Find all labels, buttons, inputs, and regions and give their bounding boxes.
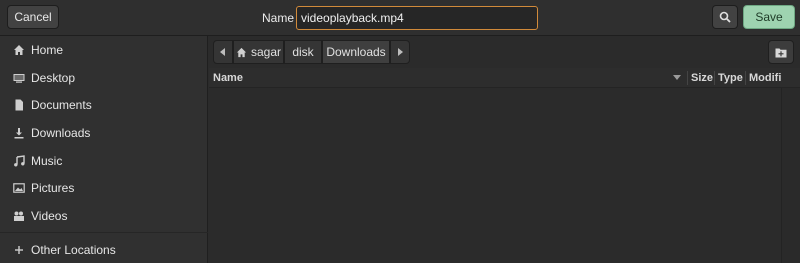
breadcrumb-disk[interactable]: disk: [284, 40, 322, 64]
sidebar-item-label: Home: [31, 43, 64, 57]
column-name[interactable]: Name: [213, 68, 683, 88]
sidebar-item-videos[interactable]: Videos: [0, 204, 208, 228]
sidebar-item-label: Desktop: [31, 71, 76, 85]
sidebar-item-pictures[interactable]: Pictures: [0, 176, 208, 200]
cancel-button[interactable]: Cancel: [7, 5, 59, 29]
home-icon: [236, 47, 247, 57]
sidebar-divider: [0, 232, 208, 233]
file-list-header: Name Size Type Modifie: [209, 68, 800, 88]
column-size-label: Size: [691, 72, 714, 84]
sidebar-item-label: Downloads: [31, 126, 91, 140]
file-list[interactable]: [209, 89, 781, 263]
scrollbar[interactable]: [781, 88, 800, 263]
path-forward-button[interactable]: [390, 40, 410, 64]
sidebar-item-label: Pictures: [31, 181, 75, 195]
desktop-icon: [13, 72, 25, 84]
sidebar-item-music[interactable]: Music: [0, 149, 208, 173]
breadcrumb-label: disk: [292, 45, 314, 59]
plus-icon: [13, 244, 25, 256]
column-modified-label: Modifie: [749, 72, 781, 84]
search-icon: [719, 11, 731, 23]
column-divider: [714, 71, 715, 85]
new-folder-button[interactable]: [768, 40, 794, 64]
places-sidebar: Home Desktop Documents Downloads Music P…: [0, 36, 208, 263]
sidebar-item-documents[interactable]: Documents: [0, 93, 208, 117]
new-folder-icon: [775, 48, 787, 57]
column-name-label: Name: [213, 72, 243, 84]
save-button[interactable]: Save: [743, 5, 795, 29]
column-modified[interactable]: Modifie: [749, 68, 781, 88]
breadcrumb-downloads[interactable]: Downloads: [322, 40, 390, 64]
sidebar-item-label: Other Locations: [31, 243, 116, 257]
sidebar-item-home[interactable]: Home: [0, 38, 208, 62]
sidebar-item-label: Music: [31, 154, 63, 168]
column-divider: [745, 71, 746, 85]
sidebar-item-desktop[interactable]: Desktop: [0, 66, 208, 90]
path-bar: sagar disk Downloads: [209, 36, 800, 68]
breadcrumb-label: sagar: [250, 45, 282, 59]
music-icon: [13, 155, 25, 167]
picture-icon: [13, 182, 25, 194]
sidebar-item-label: Videos: [31, 209, 68, 223]
header-bar: Cancel Name Save: [0, 0, 800, 36]
column-size[interactable]: Size: [691, 68, 713, 88]
name-label: Name: [262, 11, 295, 25]
home-icon: [13, 44, 25, 56]
breadcrumb-label: Downloads: [326, 45, 386, 59]
sidebar-item-label: Documents: [31, 98, 92, 112]
sidebar-item-other-locations[interactable]: Other Locations: [0, 238, 208, 262]
search-button[interactable]: [712, 5, 738, 29]
column-type-label: Type: [718, 72, 743, 84]
sort-descending-icon[interactable]: [673, 75, 681, 81]
chevron-right-icon: [398, 48, 403, 56]
column-divider: [687, 71, 688, 85]
breadcrumb-sagar[interactable]: sagar: [233, 40, 284, 64]
video-icon: [13, 210, 25, 222]
sidebar-item-downloads[interactable]: Downloads: [0, 121, 208, 145]
path-back-button[interactable]: [213, 40, 233, 64]
column-type[interactable]: Type: [718, 68, 744, 88]
chevron-left-icon: [220, 48, 225, 56]
document-icon: [13, 99, 25, 111]
download-icon: [13, 127, 25, 139]
filename-input[interactable]: [296, 6, 538, 30]
